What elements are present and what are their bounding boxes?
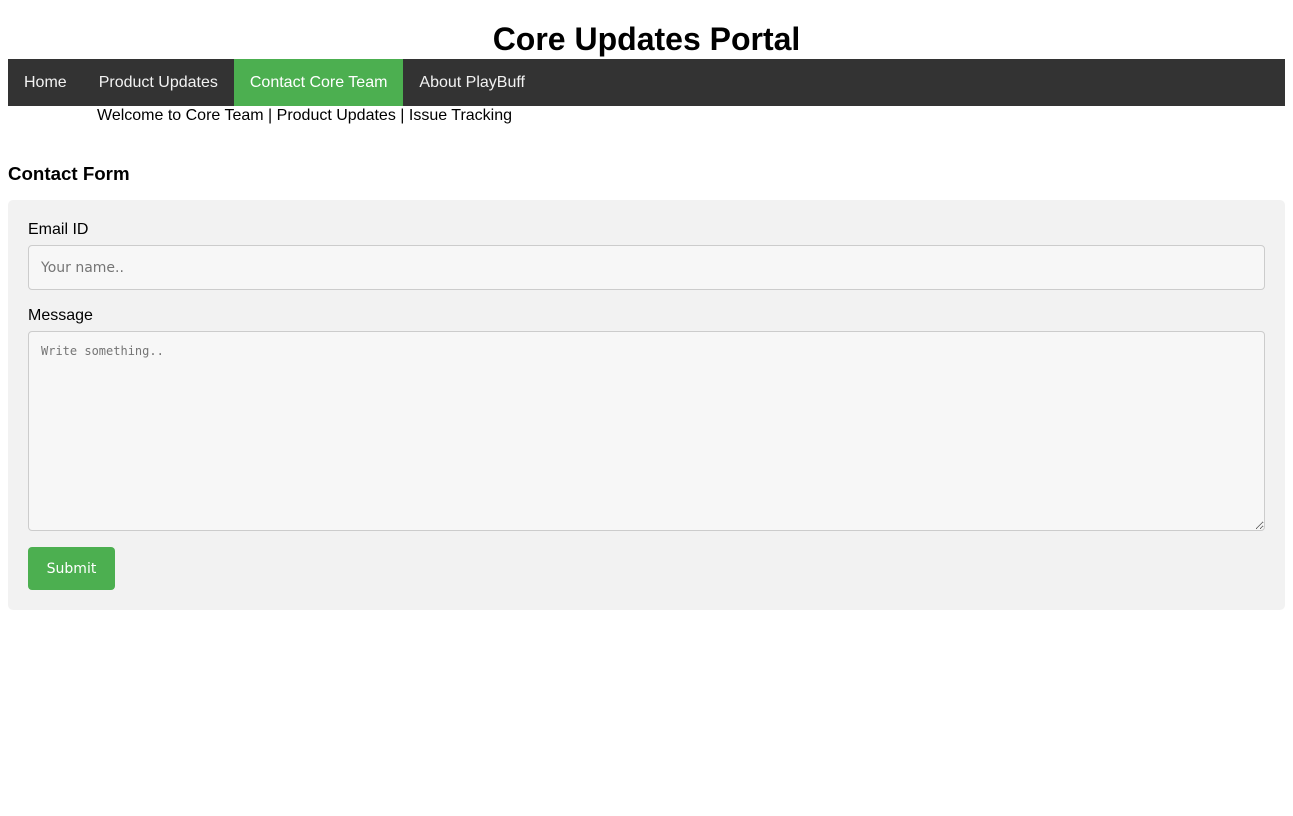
nav-item-home[interactable]: Home [8, 59, 83, 106]
message-textarea[interactable] [28, 331, 1265, 531]
nav-item-contact-core-team[interactable]: Contact Core Team [233, 59, 404, 106]
top-navbar: Home Product Updates Contact Core Team A… [8, 59, 1285, 106]
subnav-link-product-updates[interactable]: Product Updates [277, 107, 396, 124]
contact-form: Email ID Message Submit [8, 200, 1285, 610]
message-label: Message [28, 307, 93, 324]
subnav-separator: | [263, 107, 277, 124]
subnav-link-welcome[interactable]: Welcome to Core Team [97, 107, 264, 124]
page: Core Updates Portal Home Product Updates… [0, 0, 1293, 816]
subnav-link-issue-tracking[interactable]: Issue Tracking [409, 107, 512, 124]
sub-navigation: Welcome to Core Team | Product Updates |… [8, 106, 1285, 126]
email-field[interactable] [28, 245, 1265, 290]
page-title: Core Updates Portal [492, 21, 801, 57]
email-label: Email ID [28, 221, 89, 238]
nav-item-product-updates[interactable]: Product Updates [83, 59, 234, 106]
contact-form-heading: Contact Form [8, 163, 130, 184]
nav-item-about-playbuff[interactable]: About PlayBuff [403, 59, 541, 106]
submit-button[interactable]: Submit [28, 547, 115, 590]
subnav-separator: | [395, 107, 409, 124]
